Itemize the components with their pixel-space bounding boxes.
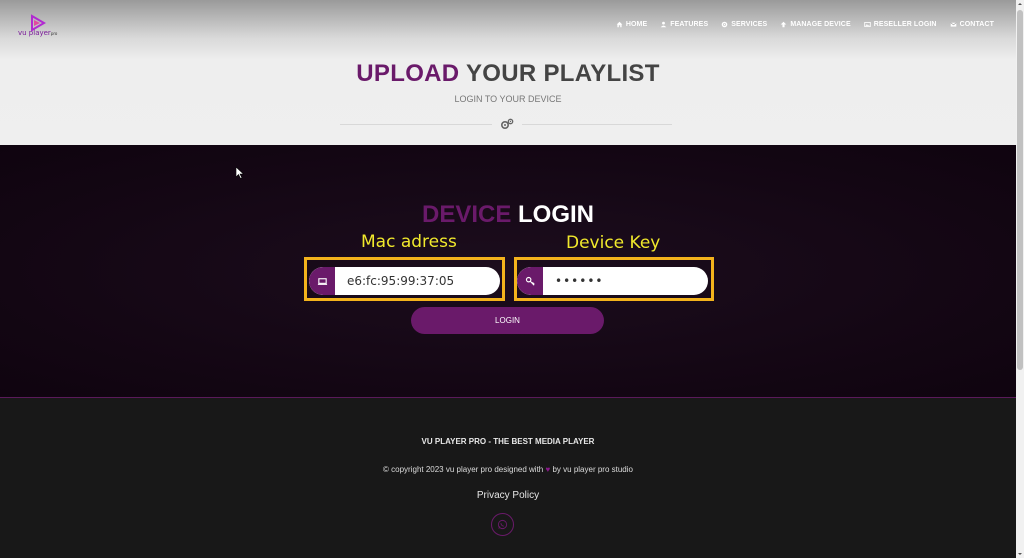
mac-address-annotation: Mac adress — [361, 232, 457, 252]
scrollbar[interactable] — [1016, 0, 1024, 558]
main-nav: HOME FEATURES SERVICES MANAGE DEVICE RES… — [616, 21, 994, 28]
home-icon — [616, 21, 623, 28]
whatsapp-icon[interactable] — [491, 513, 514, 536]
gear-icon — [721, 21, 728, 28]
logo-text: vu playerpro — [18, 29, 58, 37]
footer: VU PLAYER PRO - THE BEST MEDIA PLAYER © … — [0, 399, 1016, 558]
nav-services[interactable]: SERVICES — [721, 21, 767, 28]
footer-title: VU PLAYER PRO - THE BEST MEDIA PLAYER — [421, 437, 595, 446]
envelope-icon — [950, 22, 957, 27]
login-button[interactable]: LOGIN — [411, 307, 604, 334]
login-section: DEVICE LOGIN Mac adress Device Key LOGIN — [0, 145, 1016, 398]
device-key-annotation: Device Key — [566, 233, 661, 253]
footer-copyright: © copyright 2023 vu player pro designed … — [383, 465, 633, 474]
nav-manage-device-label: MANAGE DEVICE — [790, 21, 851, 28]
scroll-down-arrow-icon[interactable] — [1017, 551, 1023, 557]
nav-reseller-login[interactable]: RESELLER LOGIN — [864, 21, 937, 28]
device-key-input[interactable] — [543, 267, 708, 295]
mac-address-input[interactable] — [335, 267, 500, 295]
laptop-icon — [309, 267, 335, 295]
privacy-policy-link[interactable]: Privacy Policy — [0, 490, 1016, 501]
nav-home-label: HOME — [625, 21, 648, 28]
nav-contact-label: CONTACT — [959, 21, 994, 28]
nav-contact[interactable]: CONTACT — [950, 21, 994, 28]
user-icon — [660, 21, 667, 28]
nav-reseller-login-label: RESELLER LOGIN — [873, 21, 937, 28]
page-title: UPLOAD YOUR PLAYLIST — [356, 60, 660, 87]
scrollbar-thumb[interactable] — [1017, 10, 1023, 370]
nav-manage-device[interactable]: MANAGE DEVICE — [780, 21, 851, 28]
heart-icon: ♥ — [545, 465, 551, 474]
key-icon — [517, 267, 543, 295]
scroll-up-arrow-icon[interactable] — [1017, 1, 1023, 7]
divider-left — [340, 124, 492, 125]
device-key-field[interactable] — [517, 267, 708, 295]
mac-address-field[interactable] — [309, 267, 500, 295]
nav-features-label: FEATURES — [670, 21, 709, 28]
nav-features[interactable]: FEATURES — [660, 21, 708, 28]
nav-home[interactable]: HOME — [616, 21, 647, 28]
mouse-cursor-icon — [236, 167, 244, 179]
image-icon — [864, 21, 871, 28]
gears-icon — [500, 118, 514, 130]
login-title: DEVICE LOGIN — [421, 201, 595, 228]
upload-icon — [781, 21, 787, 28]
nav-services-label: SERVICES — [731, 21, 768, 28]
page-subtitle: LOGIN TO YOUR DEVICE — [454, 94, 562, 104]
header-section: vu playerpro HOME FEATURES SERVICES MANA… — [0, 0, 1024, 145]
divider-right — [522, 124, 672, 125]
